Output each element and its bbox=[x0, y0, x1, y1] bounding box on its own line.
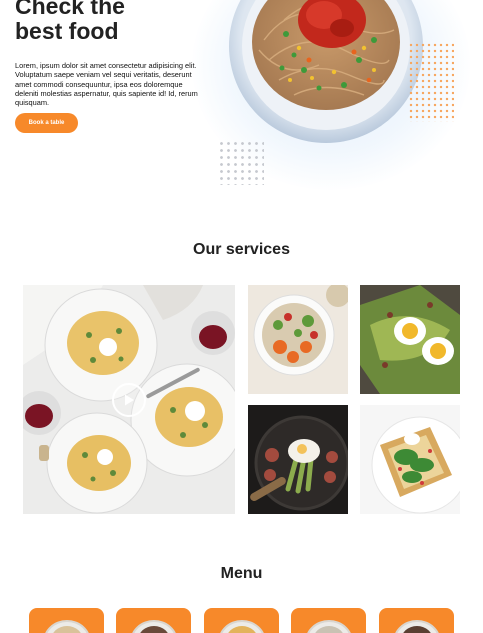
hero-description: Lorem, ipsum dolor sit amet consectetur … bbox=[15, 61, 198, 108]
dot-pattern-decoration bbox=[218, 140, 264, 185]
menu-card[interactable] bbox=[29, 608, 104, 633]
play-icon bbox=[125, 394, 134, 406]
hero-title-line1: Check the bbox=[15, 0, 125, 19]
menu-card[interactable] bbox=[379, 608, 454, 633]
hero-section: Check the best food Lorem, ipsum dolor s… bbox=[0, 0, 483, 200]
service-image-asparagus-skillet bbox=[248, 405, 348, 514]
service-image-spinach-toast bbox=[360, 405, 460, 514]
hero-title: Check the best food bbox=[15, 0, 195, 44]
dot-pattern-decoration-orange bbox=[408, 42, 454, 122]
menu-card[interactable] bbox=[116, 608, 191, 633]
hero-title-line2: best food bbox=[15, 18, 119, 44]
service-image-salad-bowl bbox=[248, 285, 348, 394]
hero-pasta-image bbox=[224, 0, 434, 144]
services-title: Our services bbox=[193, 241, 290, 258]
book-table-button[interactable]: Book a table bbox=[15, 113, 78, 133]
menu-card[interactable] bbox=[291, 608, 366, 633]
menu-title: Menu bbox=[220, 565, 263, 582]
service-image-avocado-toast bbox=[360, 285, 460, 394]
menu-card[interactable] bbox=[204, 608, 279, 633]
play-video-button[interactable] bbox=[112, 383, 146, 417]
